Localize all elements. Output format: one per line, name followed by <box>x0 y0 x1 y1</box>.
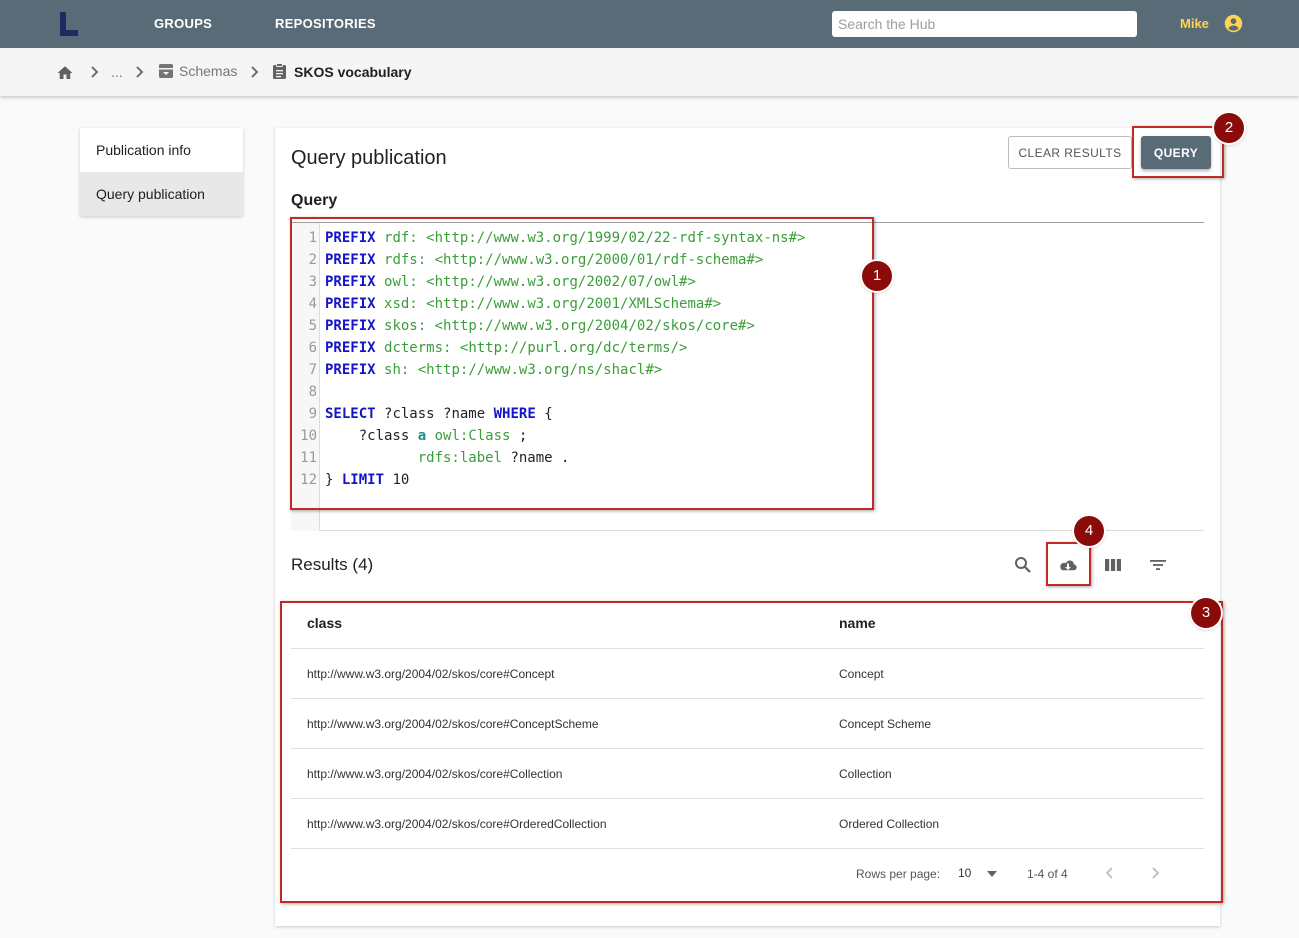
nav-repositories[interactable]: REPOSITORIES <box>275 16 376 31</box>
top-app-bar: GROUPS REPOSITORIES Mike <box>0 0 1299 48</box>
query-label: Query <box>291 192 338 209</box>
breadcrumb-schemas[interactable]: Schemas <box>158 63 237 79</box>
highlight-editor <box>290 217 874 510</box>
sidebar: Publication info Query publication <box>80 128 243 216</box>
annotation-badge-1: 1 <box>862 261 892 291</box>
search-input[interactable] <box>832 11 1137 37</box>
annotation-badge-2: 2 <box>1214 113 1244 143</box>
user-name[interactable]: Mike <box>1180 16 1209 31</box>
highlight-download-icon <box>1046 542 1091 586</box>
sidebar-item-query-publication[interactable]: Query publication <box>80 172 243 216</box>
nav-groups[interactable]: GROUPS <box>154 16 212 31</box>
breadcrumb-schemas-label: Schemas <box>179 63 238 79</box>
results-title: Results (4) <box>291 555 374 574</box>
home-icon[interactable] <box>56 63 74 80</box>
breadcrumb-ellipsis[interactable]: ... <box>111 64 123 80</box>
search-icon[interactable] <box>1013 555 1033 575</box>
highlight-query-button <box>1132 126 1224 178</box>
app-logo[interactable] <box>58 10 80 38</box>
chevron-right-icon <box>251 66 259 78</box>
filter-list-icon[interactable] <box>1148 555 1168 575</box>
clear-results-button[interactable]: CLEAR RESULTS <box>1008 136 1132 169</box>
page-title: Query publication <box>291 147 447 169</box>
annotation-badge-4: 4 <box>1074 516 1104 546</box>
chevron-right-icon <box>91 66 99 78</box>
breadcrumb: ... Schemas SKOS vocabulary <box>0 48 1299 96</box>
archive-icon <box>159 64 173 78</box>
account-circle-icon[interactable] <box>1224 14 1243 33</box>
breadcrumb-current-label: SKOS vocabulary <box>294 63 412 80</box>
view-columns-icon[interactable] <box>1103 555 1123 575</box>
highlight-results-table <box>280 601 1223 903</box>
breadcrumb-current: SKOS vocabulary <box>272 63 412 80</box>
sidebar-item-publication-info[interactable]: Publication info <box>80 128 243 172</box>
chevron-right-icon <box>136 66 144 78</box>
annotation-badge-3: 3 <box>1191 598 1221 628</box>
clipboard-icon <box>273 63 286 79</box>
